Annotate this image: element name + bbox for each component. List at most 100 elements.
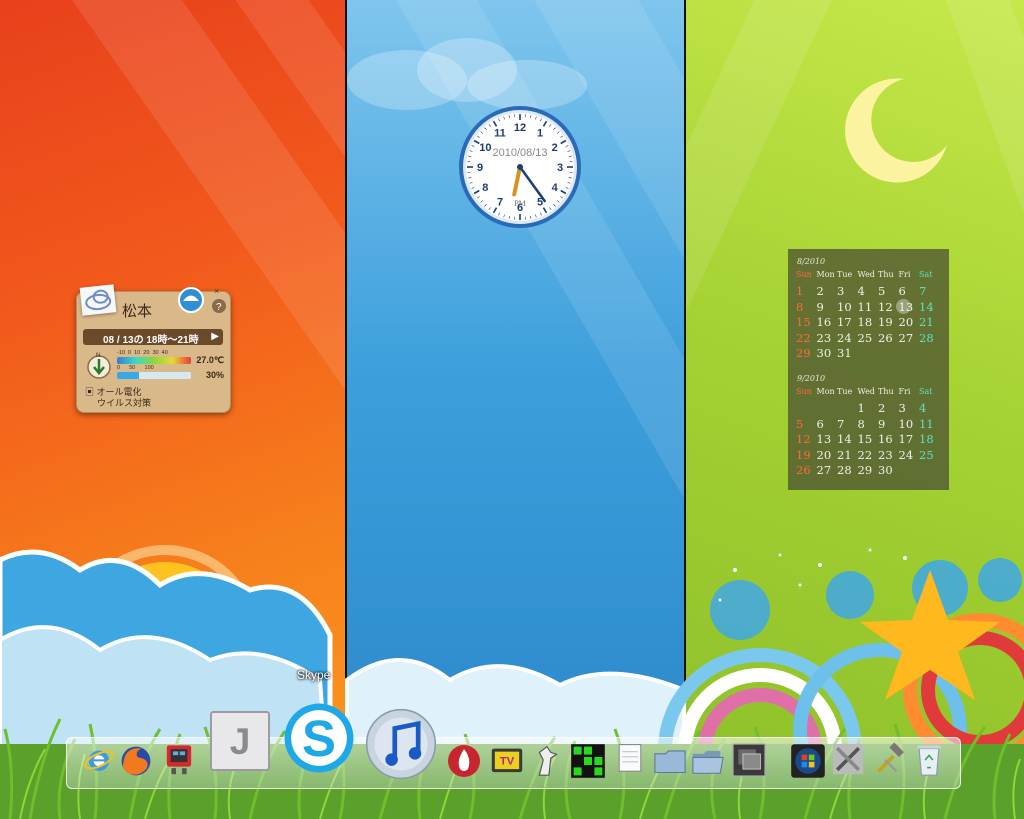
robot-app-icon[interactable]	[160, 740, 198, 778]
weather-widget[interactable]: 松本 ? × 08 / 13の 18時～21時 ▶ N -10 0 10 20 …	[76, 284, 231, 413]
clock-number: 1	[537, 127, 543, 139]
calendar-day[interactable]: 16	[878, 432, 899, 448]
calendar-day	[837, 401, 858, 417]
calendar-day[interactable]: 5	[878, 284, 899, 300]
calendar-day[interactable]: 3	[837, 284, 858, 300]
calendar-day[interactable]: 23	[817, 331, 838, 347]
calendar-day[interactable]: 19	[796, 448, 817, 464]
clock-number: 12	[514, 122, 526, 134]
counter-strike-icon[interactable]	[528, 741, 566, 779]
calendar-day[interactable]: 19	[878, 315, 899, 331]
calendar-day[interactable]: 6	[817, 417, 838, 433]
calendar-grid: Sun Mon Tue Wed Thu Fri Sat 1 2 3 4 5 6 7 8 9 10 11 12 13 14…	[796, 268, 940, 362]
calendar-day[interactable]: 1	[796, 284, 817, 300]
weather-footer-line2[interactable]: ウイルス対策	[97, 396, 151, 409]
calendar-day[interactable]: 28	[919, 331, 940, 347]
window-switcher-icon[interactable]	[730, 741, 768, 779]
calendar-day[interactable]: 10	[899, 417, 920, 433]
calendar-day[interactable]: 14	[837, 432, 858, 448]
calendar-widget[interactable]: 8/2010 Sun Mon Tue Wed Thu Fri Sat 1 2 3 4 5 6 7 8 9 10 1…	[788, 249, 949, 490]
calendar-day[interactable]: 31	[837, 346, 858, 362]
calendar-day[interactable]: 26	[796, 463, 817, 479]
burn-app-icon[interactable]	[444, 741, 484, 781]
calendar-day[interactable]: 29	[858, 463, 879, 479]
calendar-day[interactable]: 17	[837, 315, 858, 331]
calendar-day[interactable]: 13	[895, 298, 920, 316]
calendar-day[interactable]: 17	[899, 432, 920, 448]
calendar-day[interactable]: 2	[817, 284, 838, 300]
windows-start-icon[interactable]	[788, 741, 828, 781]
calendar-day[interactable]: 2	[878, 401, 899, 417]
clock-widget[interactable]: 12 1234567891011 2010/08/13 PM	[457, 104, 583, 230]
calendar-day[interactable]: 21	[919, 315, 940, 331]
weather-controls[interactable]: ? ×	[177, 286, 229, 320]
calendar-day[interactable]: 22	[858, 448, 879, 464]
calendar-day[interactable]: 25	[919, 448, 940, 464]
calendar-day[interactable]: 26	[878, 331, 899, 347]
internet-explorer-icon[interactable]	[82, 743, 116, 777]
calendar-weekday-header: Wed	[857, 387, 875, 396]
calendar-day[interactable]: 11	[919, 417, 940, 433]
calendar-day[interactable]: 28	[837, 463, 858, 479]
calendar-day[interactable]: 24	[837, 331, 858, 347]
j-app-icon[interactable]: J	[207, 708, 273, 774]
calendar-day[interactable]: 8	[858, 417, 879, 433]
tv-app-icon[interactable]: TV	[488, 741, 526, 779]
clock-number: 4	[552, 182, 559, 194]
calendar-day[interactable]: 30	[878, 463, 899, 479]
firefox-icon[interactable]	[118, 743, 154, 779]
humidity-bar	[117, 372, 191, 379]
calendar-day[interactable]: 18	[858, 315, 879, 331]
calendar-day[interactable]: 29	[796, 346, 817, 362]
calendar-weekday-header: Sun	[796, 270, 812, 279]
calendar-day[interactable]: 20	[899, 315, 920, 331]
notepad-icon[interactable]	[612, 741, 648, 777]
calendar-day[interactable]: 4	[858, 284, 879, 300]
calendar-weekday-header: Fri	[898, 270, 911, 279]
calendar-day[interactable]: 30	[817, 346, 838, 362]
calendar-day[interactable]: 18	[919, 432, 940, 448]
svg-text:?: ?	[216, 302, 222, 313]
calendar-day[interactable]: 10	[837, 300, 858, 316]
calendar-day[interactable]: 15	[796, 315, 817, 331]
calendar-day[interactable]: 11	[858, 300, 879, 316]
calendar-day[interactable]: 20	[817, 448, 838, 464]
folder-icon[interactable]	[652, 743, 688, 779]
open-folder-icon[interactable]	[690, 743, 726, 779]
calendar-day[interactable]: 6	[899, 284, 920, 300]
calendar-day[interactable]: 16	[817, 315, 838, 331]
calendar-day[interactable]: 7	[919, 284, 940, 300]
tools-icon[interactable]	[830, 741, 866, 777]
calendar-month-title: 9/2010	[797, 374, 826, 383]
recycle-bin-icon[interactable]	[910, 741, 948, 779]
calendar-day[interactable]: 14	[919, 300, 940, 316]
calendar-day[interactable]: 3	[899, 401, 920, 417]
calendar-day[interactable]: 12	[796, 432, 817, 448]
calendar-day[interactable]: 15	[858, 432, 879, 448]
calendar-day[interactable]: 9	[878, 417, 899, 433]
calendar-day[interactable]: 9	[817, 300, 838, 316]
calendar-day[interactable]: 24	[899, 448, 920, 464]
hammer-tools-icon[interactable]	[870, 741, 908, 779]
next-arrow-icon[interactable]: ▶	[211, 331, 219, 342]
itunes-icon[interactable]	[362, 705, 440, 783]
calendar-day[interactable]: 23	[878, 448, 899, 464]
clock-ampm: PM	[514, 199, 526, 208]
calendar-day	[899, 463, 920, 479]
calendar-day[interactable]: 22	[796, 331, 817, 347]
calendar-day[interactable]: 8	[796, 300, 817, 316]
calendar-day[interactable]: 27	[899, 331, 920, 347]
calendar-day[interactable]: 27	[817, 463, 838, 479]
green-grid-app-icon[interactable]	[568, 741, 608, 781]
weather-date-time: 08 / 13の 18時～21時	[103, 335, 199, 346]
calendar-day[interactable]: 13	[817, 432, 838, 448]
calendar-day[interactable]: 7	[837, 417, 858, 433]
calendar-day[interactable]: 5	[796, 417, 817, 433]
svg-text:N: N	[96, 353, 100, 359]
moon-icon	[845, 78, 947, 183]
calendar-day[interactable]: 21	[837, 448, 858, 464]
calendar-day[interactable]: 1	[858, 401, 879, 417]
skype-icon[interactable]: S	[278, 697, 360, 779]
calendar-day[interactable]: 25	[858, 331, 879, 347]
calendar-day[interactable]: 4	[919, 401, 940, 417]
